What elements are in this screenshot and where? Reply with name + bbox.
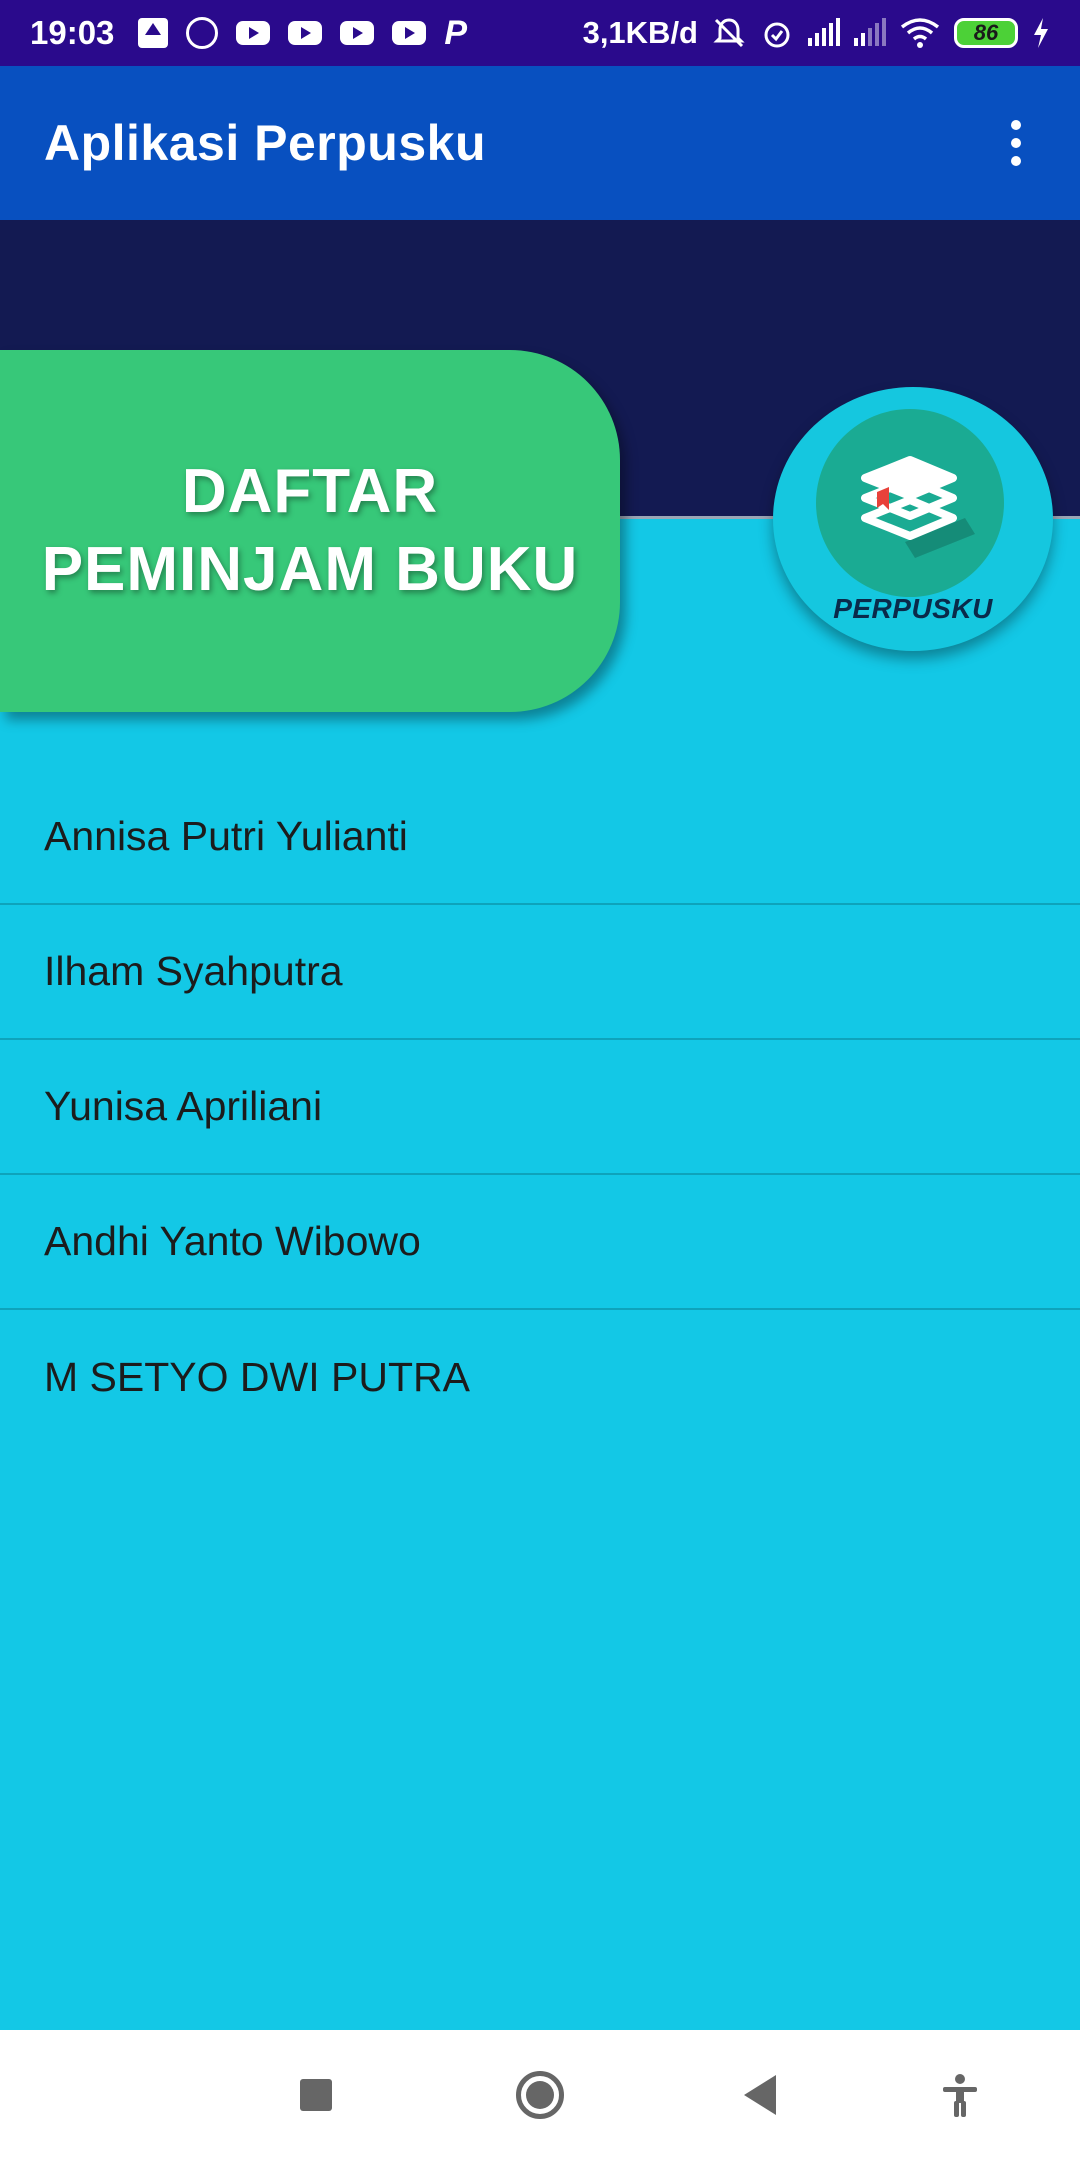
list-item[interactable]: M SETYO DWI PUTRA — [0, 1310, 1080, 1445]
navigation-bar — [0, 2030, 1080, 2160]
accessibility-button[interactable] — [920, 2030, 1000, 2160]
accessibility-icon — [943, 2074, 977, 2117]
list-item[interactable]: Ilham Syahputra — [0, 905, 1080, 1040]
back-icon — [744, 2075, 776, 2115]
title-banner: DAFTAR PEMINJAM BUKU — [0, 350, 620, 712]
youtube-icon — [288, 21, 323, 45]
book-stack-icon — [861, 456, 975, 558]
more-vert-icon[interactable] — [996, 113, 1036, 173]
status-left: 19:03 P — [30, 14, 467, 53]
signal-icon — [854, 18, 886, 46]
banner-line-2: PEMINJAM BUKU — [41, 535, 579, 604]
list-item[interactable]: Andhi Yanto Wibowo — [0, 1175, 1080, 1310]
wifi-icon — [900, 17, 940, 49]
charging-icon — [1032, 18, 1050, 48]
status-time: 19:03 — [30, 14, 115, 51]
list-item[interactable]: Yunisa Apriliani — [0, 1040, 1080, 1175]
status-right: 3,1KB/d 86 — [583, 15, 1050, 51]
recents-icon — [300, 2079, 332, 2111]
list-item[interactable]: Annisa Putri Yulianti — [0, 770, 1080, 905]
back-button[interactable] — [720, 2030, 800, 2160]
youtube-icon — [340, 21, 375, 45]
home-button[interactable] — [500, 2030, 580, 2160]
whatsapp-icon — [186, 17, 219, 49]
app-title: Aplikasi Perpusku — [44, 115, 486, 171]
banner-line-1: DAFTAR — [181, 457, 439, 526]
muted-bell-icon — [712, 16, 746, 50]
p-app-icon: P — [444, 13, 468, 52]
borrower-list: Annisa Putri Yulianti Ilham Syahputra Yu… — [0, 770, 1080, 1445]
battery-icon: 86 — [954, 18, 1018, 48]
app-bar: Aplikasi Perpusku — [0, 66, 1080, 220]
perpusku-logo: PERPUSKU — [773, 387, 1053, 651]
logo-text: PERPUSKU — [833, 593, 993, 624]
data-speed: 3,1KB/d — [582, 15, 698, 50]
status-bar: 19:03 P 3,1KB/d 86 — [0, 0, 1080, 66]
youtube-icon — [392, 21, 427, 45]
home-icon — [516, 2071, 564, 2119]
logo-circle — [816, 409, 1004, 597]
signal-icon — [808, 18, 840, 46]
recents-button[interactable] — [276, 2030, 356, 2160]
youtube-icon — [236, 21, 271, 45]
alarm-icon — [760, 16, 794, 50]
upload-icon — [138, 18, 169, 48]
